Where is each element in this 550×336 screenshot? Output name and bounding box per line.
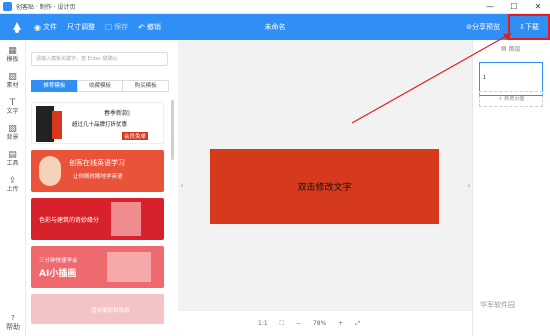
annotation-arrow-line [351, 34, 509, 124]
annotation-arrow [351, 33, 512, 124]
